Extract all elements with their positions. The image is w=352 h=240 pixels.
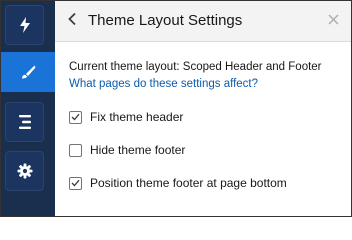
paintbrush-icon (19, 63, 37, 81)
panel-header: Theme Layout Settings (55, 1, 351, 42)
checkmark-icon (71, 113, 80, 121)
list-icon (17, 113, 33, 131)
footer-at-bottom-checkbox[interactable] (69, 176, 82, 190)
fix-theme-header-checkbox[interactable] (69, 110, 82, 124)
rail-item-theme[interactable] (1, 52, 55, 92)
checkmark-icon (71, 179, 80, 187)
hide-theme-footer-label: Hide theme footer (90, 143, 186, 157)
panel-title: Theme Layout Settings (88, 12, 243, 29)
fix-theme-header-label: Fix theme header (90, 110, 184, 124)
app-frame: Theme Layout Settings Current theme layo… (0, 0, 352, 217)
rail-item-settings[interactable] (5, 151, 44, 191)
rail-item-pages[interactable] (5, 102, 44, 142)
chevron-left-icon (67, 12, 77, 31)
gear-icon (17, 163, 33, 179)
footer-at-bottom-option[interactable]: Position theme footer at page bottom (69, 175, 287, 191)
hide-theme-footer-checkbox[interactable] (69, 143, 82, 157)
settings-help-link[interactable]: What pages do these settings affect? (69, 78, 258, 90)
back-button[interactable] (63, 11, 81, 31)
sidebar-rail (1, 1, 55, 216)
theme-settings-panel: Theme Layout Settings Current theme layo… (55, 1, 351, 216)
hide-theme-footer-option[interactable]: Hide theme footer (69, 142, 185, 158)
close-icon (327, 12, 339, 30)
rail-item-lightning[interactable] (5, 5, 44, 45)
lightning-icon (18, 16, 32, 34)
fix-theme-header-option[interactable]: Fix theme header (69, 109, 183, 125)
close-button[interactable] (325, 13, 341, 29)
footer-at-bottom-label: Position theme footer at page bottom (90, 176, 287, 190)
current-layout-text: Current theme layout: Scoped Header and … (69, 61, 322, 73)
